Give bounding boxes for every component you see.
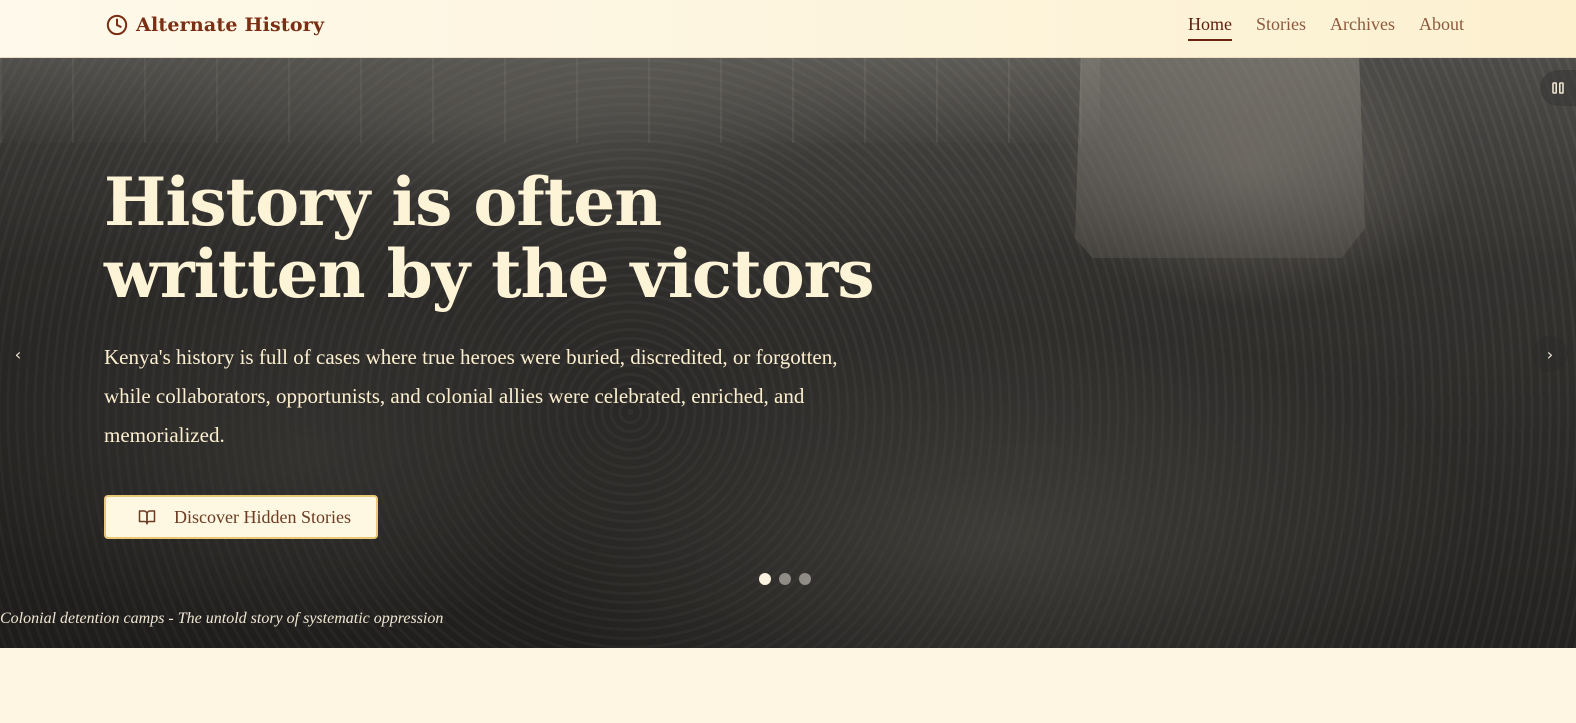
brand-title: Alternate History [136,14,325,36]
nav-stories[interactable]: Stories [1256,14,1306,39]
site-header: Alternate History Home Stories Archives … [0,0,1576,58]
hero-carousel: History is often written by the victors … [0,58,1576,648]
carousel-pause-button[interactable] [1540,70,1576,106]
carousel-indicators [759,573,811,585]
hero-lead: Kenya's history is full of cases where t… [104,345,838,447]
chevron-left-icon: ‹ [14,344,22,364]
carousel-dot-1[interactable] [759,573,771,585]
discover-stories-button[interactable]: Discover Hidden Stories [104,495,378,539]
book-open-icon [138,510,156,525]
slide-caption: Colonial detention camps - The untold st… [0,610,444,627]
discover-stories-label: Discover Hidden Stories [174,506,351,527]
carousel-next-button[interactable]: › [1532,336,1568,372]
nav-archives[interactable]: Archives [1330,14,1395,39]
carousel-dot-3[interactable] [799,573,811,585]
clock-icon [106,14,128,36]
main-nav: Home Stories Archives About [1188,14,1464,41]
carousel-dot-2[interactable] [779,573,791,585]
hero-heading: History is often written by the victors [104,163,875,313]
carousel-prev-button[interactable]: ‹ [0,336,36,372]
nav-about[interactable]: About [1419,14,1464,39]
nav-home[interactable]: Home [1188,14,1232,41]
chevron-right-icon: › [1546,344,1554,364]
brand-link[interactable]: Alternate History [106,14,324,36]
pause-icon [1552,82,1564,94]
